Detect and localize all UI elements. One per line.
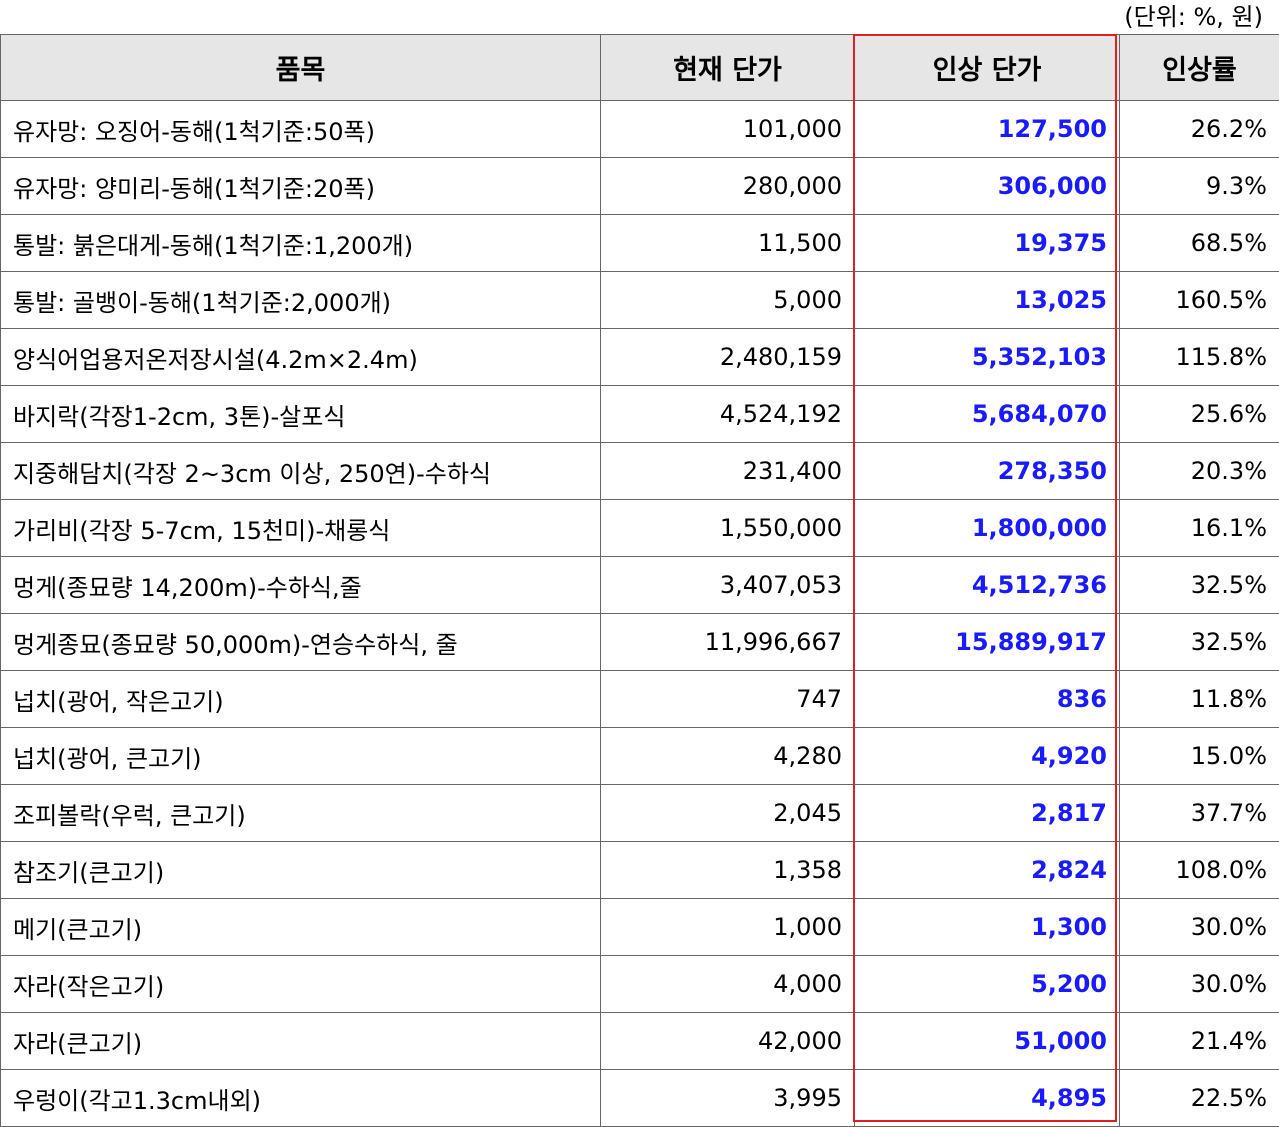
new-price-cell: 51,000: [855, 1013, 1120, 1070]
increase-rate-cell: 37.7%: [1120, 785, 1279, 842]
increase-rate-cell: 11.8%: [1120, 671, 1279, 728]
increase-rate-cell: 9.3%: [1120, 158, 1279, 215]
table-row: 조피볼락(우럭, 큰고기)2,0452,81737.7%: [1, 785, 1279, 842]
new-price-cell: 836: [855, 671, 1120, 728]
item-cell: 자라(작은고기): [1, 956, 601, 1013]
current-price-cell: 101,000: [601, 101, 855, 158]
table-row: 멍게종묘(종묘량 50,000m)-연승수하식, 줄11,996,66715,8…: [1, 614, 1279, 671]
item-cell: 조피볼락(우럭, 큰고기): [1, 785, 601, 842]
item-cell: 멍게종묘(종묘량 50,000m)-연승수하식, 줄: [1, 614, 601, 671]
table-row: 멍게(종묘량 14,200m)-수하식,줄3,407,0534,512,7363…: [1, 557, 1279, 614]
new-price-cell: 15,889,917: [855, 614, 1120, 671]
current-price-cell: 11,996,667: [601, 614, 855, 671]
new-price-cell: 19,375: [855, 215, 1120, 272]
item-cell: 양식어업용저온저장시설(4.2m×2.4m): [1, 329, 601, 386]
new-price-cell: 2,817: [855, 785, 1120, 842]
increase-rate-cell: 32.5%: [1120, 614, 1279, 671]
current-price-cell: 747: [601, 671, 855, 728]
current-price-cell: 42,000: [601, 1013, 855, 1070]
item-cell: 참조기(큰고기): [1, 842, 601, 899]
item-cell: 유자망: 오징어-동해(1척기준:50폭): [1, 101, 601, 158]
table-row: 넙치(광어, 작은고기)74783611.8%: [1, 671, 1279, 728]
current-price-cell: 4,280: [601, 728, 855, 785]
increase-rate-cell: 22.5%: [1120, 1070, 1279, 1127]
table-row: 메기(큰고기)1,0001,30030.0%: [1, 899, 1279, 956]
table-row: 유자망: 오징어-동해(1척기준:50폭)101,000127,50026.2%: [1, 101, 1279, 158]
new-price-cell: 1,300: [855, 899, 1120, 956]
item-cell: 넙치(광어, 큰고기): [1, 728, 601, 785]
table-row: 넙치(광어, 큰고기)4,2804,92015.0%: [1, 728, 1279, 785]
table-row: 양식어업용저온저장시설(4.2m×2.4m)2,480,1595,352,103…: [1, 329, 1279, 386]
current-price-cell: 11,500: [601, 215, 855, 272]
header-increase-rate: 인상률: [1120, 35, 1279, 101]
item-cell: 넙치(광어, 작은고기): [1, 671, 601, 728]
increase-rate-cell: 32.5%: [1120, 557, 1279, 614]
item-cell: 멍게(종묘량 14,200m)-수하식,줄: [1, 557, 601, 614]
current-price-cell: 231,400: [601, 443, 855, 500]
new-price-cell: 2,824: [855, 842, 1120, 899]
item-cell: 우렁이(각고1.3cm내외): [1, 1070, 601, 1127]
table-row: 가리비(각장 5-7cm, 15천미)-채롱식1,550,0001,800,00…: [1, 500, 1279, 557]
new-price-cell: 306,000: [855, 158, 1120, 215]
current-price-cell: 1,358: [601, 842, 855, 899]
current-price-cell: 5,000: [601, 272, 855, 329]
increase-rate-cell: 26.2%: [1120, 101, 1279, 158]
increase-rate-cell: 25.6%: [1120, 386, 1279, 443]
new-price-cell: 4,895: [855, 1070, 1120, 1127]
new-price-cell: 4,920: [855, 728, 1120, 785]
item-cell: 통발: 붉은대게-동해(1척기준:1,200개): [1, 215, 601, 272]
item-cell: 유자망: 양미리-동해(1척기준:20폭): [1, 158, 601, 215]
table-row: 참조기(큰고기)1,3582,824108.0%: [1, 842, 1279, 899]
price-table: 품목 현재 단가 인상 단가 인상률 유자망: 오징어-동해(1척기준:50폭)…: [0, 34, 1279, 1127]
increase-rate-cell: 160.5%: [1120, 272, 1279, 329]
increase-rate-cell: 30.0%: [1120, 956, 1279, 1013]
new-price-cell: 5,684,070: [855, 386, 1120, 443]
table-row: 지중해담치(각장 2~3cm 이상, 250연)-수하식231,400278,3…: [1, 443, 1279, 500]
current-price-cell: 2,480,159: [601, 329, 855, 386]
current-price-cell: 3,995: [601, 1070, 855, 1127]
current-price-cell: 3,407,053: [601, 557, 855, 614]
increase-rate-cell: 108.0%: [1120, 842, 1279, 899]
table-row: 바지락(각장1-2cm, 3톤)-살포식4,524,1925,684,07025…: [1, 386, 1279, 443]
item-cell: 지중해담치(각장 2~3cm 이상, 250연)-수하식: [1, 443, 601, 500]
new-price-cell: 1,800,000: [855, 500, 1120, 557]
table-row: 자라(작은고기)4,0005,20030.0%: [1, 956, 1279, 1013]
increase-rate-cell: 115.8%: [1120, 329, 1279, 386]
item-cell: 가리비(각장 5-7cm, 15천미)-채롱식: [1, 500, 601, 557]
table-row: 우렁이(각고1.3cm내외)3,9954,89522.5%: [1, 1070, 1279, 1127]
increase-rate-cell: 16.1%: [1120, 500, 1279, 557]
current-price-cell: 4,000: [601, 956, 855, 1013]
table-header-row: 품목 현재 단가 인상 단가 인상률: [1, 35, 1279, 101]
increase-rate-cell: 15.0%: [1120, 728, 1279, 785]
table-row: 자라(큰고기)42,00051,00021.4%: [1, 1013, 1279, 1070]
header-current-price: 현재 단가: [601, 35, 855, 101]
increase-rate-cell: 30.0%: [1120, 899, 1279, 956]
table-row: 통발: 골뱅이-동해(1척기준:2,000개)5,00013,025160.5%: [1, 272, 1279, 329]
current-price-cell: 4,524,192: [601, 386, 855, 443]
table-row: 통발: 붉은대게-동해(1척기준:1,200개)11,50019,37568.5…: [1, 215, 1279, 272]
increase-rate-cell: 20.3%: [1120, 443, 1279, 500]
new-price-cell: 4,512,736: [855, 557, 1120, 614]
new-price-cell: 5,200: [855, 956, 1120, 1013]
item-cell: 통발: 골뱅이-동해(1척기준:2,000개): [1, 272, 601, 329]
current-price-cell: 1,000: [601, 899, 855, 956]
current-price-cell: 280,000: [601, 158, 855, 215]
table-row: 유자망: 양미리-동해(1척기준:20폭)280,000306,0009.3%: [1, 158, 1279, 215]
increase-rate-cell: 21.4%: [1120, 1013, 1279, 1070]
item-cell: 자라(큰고기): [1, 1013, 601, 1070]
new-price-cell: 5,352,103: [855, 329, 1120, 386]
new-price-cell: 13,025: [855, 272, 1120, 329]
unit-note: (단위: %, 원): [1124, 2, 1263, 32]
header-item: 품목: [1, 35, 601, 101]
increase-rate-cell: 68.5%: [1120, 215, 1279, 272]
current-price-cell: 2,045: [601, 785, 855, 842]
table-body: 유자망: 오징어-동해(1척기준:50폭)101,000127,50026.2%…: [1, 101, 1279, 1127]
item-cell: 메기(큰고기): [1, 899, 601, 956]
item-cell: 바지락(각장1-2cm, 3톤)-살포식: [1, 386, 601, 443]
current-price-cell: 1,550,000: [601, 500, 855, 557]
header-new-price: 인상 단가: [855, 35, 1120, 101]
new-price-cell: 127,500: [855, 101, 1120, 158]
new-price-cell: 278,350: [855, 443, 1120, 500]
